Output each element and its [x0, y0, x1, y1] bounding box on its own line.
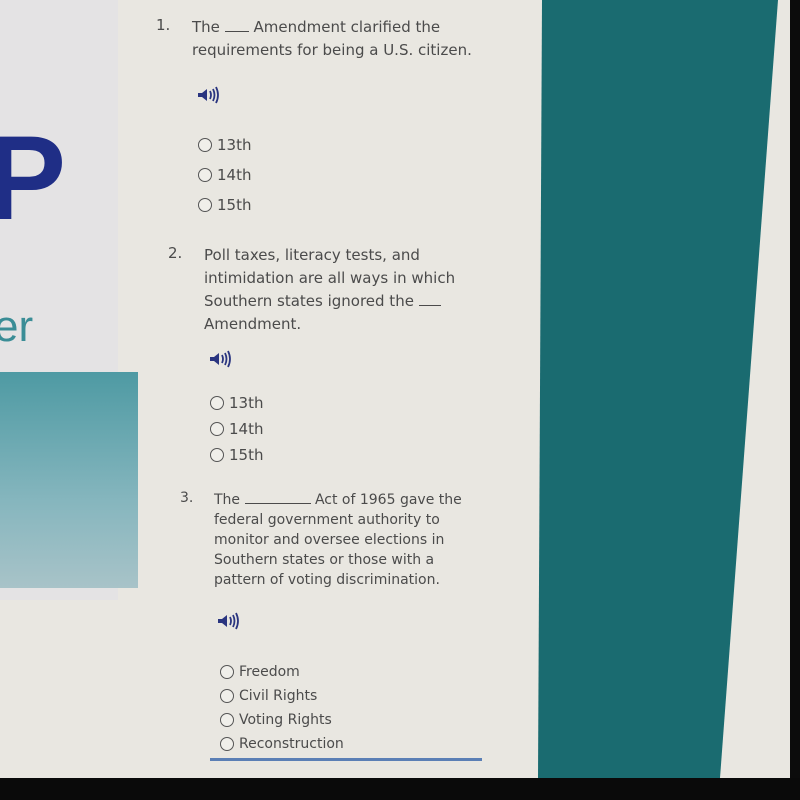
question-text-part: The: [192, 18, 220, 36]
option-reconstruction[interactable]: Reconstruction: [220, 732, 344, 756]
question-text-part: Act of 1965 gave the federal government …: [214, 492, 462, 588]
question-text: Poll taxes, literacy tests, and intimida…: [204, 244, 484, 336]
option-15th[interactable]: 15th: [198, 190, 251, 220]
question-text: The Act of 1965 gave the federal governm…: [214, 490, 484, 590]
radio-button[interactable]: [210, 422, 224, 436]
logo-subtext: er: [0, 302, 34, 351]
answer-options: 13th 14th 15th: [210, 390, 263, 468]
question-text-part: Amendment.: [204, 315, 302, 333]
screen: P er 1. The Amendment clarified the requ…: [0, 0, 790, 778]
radio-button[interactable]: [198, 168, 212, 182]
option-14th[interactable]: 14th: [198, 160, 251, 190]
option-13th[interactable]: 13th: [210, 390, 263, 416]
option-14th[interactable]: 14th: [210, 416, 263, 442]
radio-button[interactable]: [198, 138, 212, 152]
radio-button[interactable]: [220, 713, 234, 727]
speaker-icon[interactable]: [196, 84, 222, 106]
radio-button[interactable]: [210, 448, 224, 462]
answer-blank: [418, 293, 441, 306]
option-label: Civil Rights: [239, 688, 318, 704]
option-voting-rights[interactable]: Voting Rights: [220, 708, 344, 732]
right-side-panel: [538, 0, 778, 778]
radio-button[interactable]: [220, 689, 234, 703]
banner-image-block: [0, 372, 138, 588]
option-13th[interactable]: 13th: [198, 130, 251, 160]
question-text-part: Poll taxes, literacy tests, and intimida…: [204, 246, 456, 310]
option-label: 14th: [217, 166, 252, 184]
question-text-part: The: [214, 492, 241, 508]
logo-letter: P: [0, 111, 67, 245]
option-15th[interactable]: 15th: [210, 442, 263, 468]
speaker-icon[interactable]: [208, 348, 234, 370]
speaker-icon[interactable]: [216, 610, 242, 632]
answer-options: Freedom Civil Rights Voting Rights Recon…: [220, 660, 344, 756]
option-freedom[interactable]: Freedom: [220, 660, 344, 684]
option-label: Reconstruction: [239, 736, 344, 752]
monitor-bezel: [0, 778, 800, 800]
option-label: 15th: [217, 196, 252, 214]
option-label: 14th: [229, 420, 264, 438]
question-number: 3.: [180, 490, 194, 506]
option-label: 15th: [229, 446, 264, 464]
question-text: The Amendment clarified the requirements…: [192, 16, 512, 62]
question-number: 1.: [156, 16, 171, 34]
option-label: 13th: [229, 394, 264, 412]
radio-button[interactable]: [210, 396, 224, 410]
answer-blank: [244, 491, 311, 504]
section-divider: [210, 758, 482, 761]
option-label: Voting Rights: [239, 712, 332, 728]
answer-options: 13th 14th 15th: [198, 130, 251, 220]
radio-button[interactable]: [220, 665, 234, 679]
option-label: 13th: [217, 136, 252, 154]
radio-button[interactable]: [198, 198, 212, 212]
question-number: 2.: [168, 244, 183, 262]
radio-button[interactable]: [220, 737, 234, 751]
answer-blank: [224, 19, 249, 32]
option-label: Freedom: [239, 664, 300, 680]
option-civil-rights[interactable]: Civil Rights: [220, 684, 344, 708]
